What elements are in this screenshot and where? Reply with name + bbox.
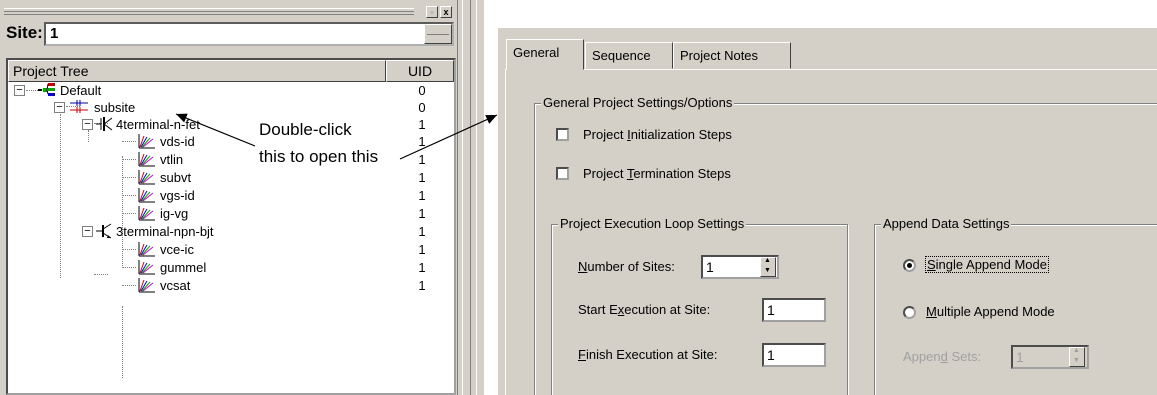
plot-icon xyxy=(138,170,155,185)
tree-label: vds-id xyxy=(160,134,195,149)
tree-label: subsite xyxy=(94,100,136,115)
restore-button[interactable]: ▫ xyxy=(426,6,438,18)
append-sets-label: Append Sets: xyxy=(903,349,982,364)
tree-uid: 1 xyxy=(418,170,426,185)
tree-uid: 1 xyxy=(418,278,426,293)
tree-uid: 1 xyxy=(418,134,426,149)
tree-line xyxy=(122,213,136,214)
annotation-line-1: Double-click xyxy=(259,120,352,139)
close-button[interactable]: x xyxy=(440,6,452,18)
term-steps-checkbox[interactable] xyxy=(556,167,569,180)
term-steps-label: Project Termination Steps xyxy=(583,166,731,181)
multiple-append-label: Multiple Append Mode xyxy=(926,304,1055,319)
tree-row[interactable]: − Default 0 xyxy=(8,82,454,99)
tree-row[interactable]: vcsat 1 xyxy=(8,277,454,294)
tree-uid: 1 xyxy=(418,206,426,221)
subsite-icon xyxy=(70,100,88,113)
group-title: General Project Settings/Options xyxy=(541,95,735,110)
bjt-icon xyxy=(96,223,112,239)
tree-uid: 1 xyxy=(418,224,426,239)
collapse-toggle[interactable]: − xyxy=(54,102,65,113)
tree-row[interactable]: vce-ic 1 xyxy=(8,241,454,258)
pane-title-bar[interactable]: ▫ x xyxy=(4,4,456,24)
tree-line xyxy=(122,195,136,196)
annotation-line-2: this to open this xyxy=(259,147,379,167)
tree-row[interactable]: gummel 1 xyxy=(8,259,454,276)
finish-site-label: Finish Execution at Site: xyxy=(578,347,718,362)
tree-line xyxy=(122,141,136,142)
plot-icon xyxy=(138,152,155,167)
tree-line xyxy=(122,267,136,268)
tree-row[interactable]: ig-vg 1 xyxy=(8,205,454,222)
tree-row[interactable]: vgs-id 1 xyxy=(8,187,454,204)
tree-line xyxy=(122,249,136,250)
tree-uid: 1 xyxy=(418,152,426,167)
tree-row[interactable]: vds-id 1 xyxy=(8,133,454,150)
tree-header: Project Tree UID xyxy=(8,60,454,82)
tree-row[interactable]: − subsite 0 xyxy=(8,99,454,116)
project-tree-pane: ▫ x Site: 1 Project Tree UID − Default 0… xyxy=(0,0,458,395)
tree-label: vtlin xyxy=(160,152,184,167)
collapse-toggle[interactable]: − xyxy=(82,119,93,130)
tree-uid: 0 xyxy=(418,83,426,98)
plot-icon xyxy=(138,242,155,257)
tree-label: ig-vg xyxy=(160,206,189,221)
project-tree[interactable]: Project Tree UID − Default 0 − subsite 0… xyxy=(6,58,456,395)
site-spin-button[interactable] xyxy=(424,24,452,44)
tree-row[interactable]: subvt 1 xyxy=(8,169,454,186)
tree-uid: 1 xyxy=(418,188,426,203)
tree-label: subvt xyxy=(160,170,192,185)
multiple-append-radio[interactable] xyxy=(903,306,916,319)
tab-project-notes[interactable]: Project Notes xyxy=(673,42,791,69)
column-project-tree[interactable]: Project Tree xyxy=(8,60,386,82)
num-sites-label: Number of Sites: xyxy=(578,259,675,274)
finish-site-input[interactable]: 1 xyxy=(762,343,826,367)
tree-line xyxy=(122,177,136,178)
tree-line xyxy=(122,306,123,378)
fet-icon xyxy=(96,117,113,131)
tree-label: 3terminal-npn-bjt xyxy=(116,224,214,239)
start-site-label: Start Execution at Site: xyxy=(578,302,711,317)
tree-label: 4terminal-n-fet xyxy=(116,117,200,132)
tree-label: vcsat xyxy=(160,278,191,293)
group-title: Append Data Settings xyxy=(881,216,1012,231)
tree-row[interactable]: − 3terminal-npn-bjt 1 xyxy=(8,223,454,240)
collapse-toggle[interactable]: − xyxy=(82,226,93,237)
num-sites-spin-button[interactable] xyxy=(760,257,776,277)
site-input[interactable]: 1 xyxy=(44,22,454,46)
drag-grip[interactable] xyxy=(4,8,414,15)
append-sets-spin-button[interactable] xyxy=(1069,347,1085,367)
tree-label: vgs-id xyxy=(160,188,195,203)
start-site-input[interactable]: 1 xyxy=(762,298,826,322)
tree-uid: 1 xyxy=(418,117,426,132)
plot-icon xyxy=(138,134,155,149)
plot-icon xyxy=(138,278,155,293)
project-tree-icon xyxy=(38,83,55,96)
tree-label: gummel xyxy=(160,260,207,275)
plot-icon xyxy=(138,260,155,275)
tab-general[interactable]: General xyxy=(506,39,584,70)
tree-line xyxy=(122,159,136,160)
tree-line xyxy=(122,285,136,286)
tree-label: vce-ic xyxy=(160,242,194,257)
pane-splitter[interactable] xyxy=(458,0,484,395)
close-icon: x xyxy=(443,7,449,17)
tree-uid: 1 xyxy=(418,260,426,275)
init-steps-checkbox[interactable] xyxy=(556,128,569,141)
site-label: Site: xyxy=(6,23,43,42)
single-append-label: Single Append Mode xyxy=(925,256,1049,273)
column-uid[interactable]: UID xyxy=(386,60,454,82)
plot-icon xyxy=(138,206,155,221)
tree-row[interactable]: − 4terminal-n-fet 1 xyxy=(8,116,454,133)
single-append-radio[interactable] xyxy=(903,259,916,272)
collapse-toggle[interactable]: − xyxy=(14,85,25,96)
tab-sequence[interactable]: Sequence xyxy=(585,42,673,69)
tree-uid: 1 xyxy=(418,242,426,257)
plot-icon xyxy=(138,188,155,203)
group-title: Project Execution Loop Settings xyxy=(558,216,747,231)
tree-row[interactable]: vtlin 1 xyxy=(8,151,454,168)
tree-uid: 0 xyxy=(418,100,426,115)
tree-label: Default xyxy=(60,83,102,98)
init-steps-label: Project Initialization Steps xyxy=(583,127,732,142)
